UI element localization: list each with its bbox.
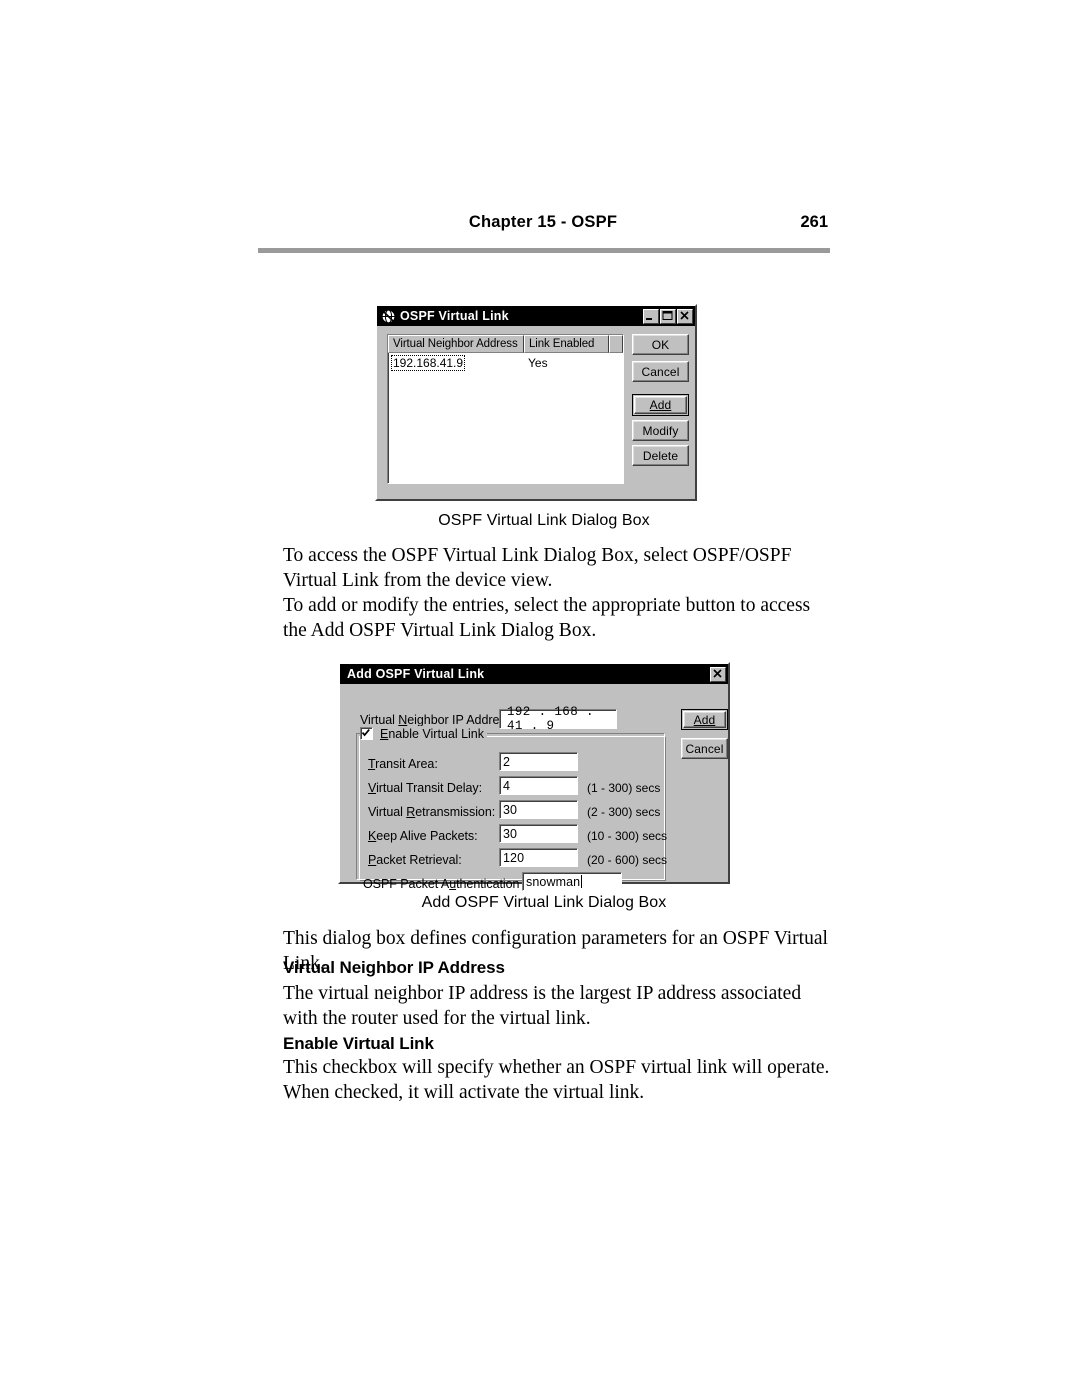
- transit-area-label: Transit Area:: [368, 757, 438, 771]
- add-button[interactable]: Add: [632, 394, 689, 416]
- dialog-titlebar[interactable]: Add OSPF Virtual Link: [340, 664, 728, 684]
- cell-virtual-neighbor-address: 192.168.41.9: [388, 354, 524, 371]
- column-header-extra[interactable]: [609, 335, 623, 353]
- close-button[interactable]: [677, 308, 693, 324]
- close-button[interactable]: [710, 666, 726, 682]
- add-ospf-virtual-link-dialog: Add OSPF Virtual Link Virtual Neighbor I…: [338, 662, 730, 891]
- header-divider: [258, 248, 830, 253]
- modify-button-label: Modify: [642, 423, 679, 438]
- dialog-client-area: Virtual Neighbor Address Link Enabled 19…: [379, 328, 693, 497]
- minimize-button[interactable]: [643, 308, 659, 324]
- packet-retrieval-label: Packet Retrieval:: [368, 853, 462, 867]
- virtual-transit-delay-input[interactable]: 4: [499, 776, 578, 795]
- virtual-retransmission-label: Virtual Retransmission:: [368, 805, 496, 819]
- ospf-packet-authentication-key-label: OSPF Packet Authentication Key:: [363, 877, 548, 891]
- dialog-title: OSPF Virtual Link: [400, 309, 509, 323]
- add-button-label: Add: [693, 712, 716, 727]
- transit-area-value: 2: [503, 754, 511, 769]
- paragraph-text: To add or modify the entries, select the…: [283, 595, 811, 641]
- packet-retrieval-input[interactable]: 120: [499, 848, 578, 867]
- virtual-retransmission-input[interactable]: 30: [499, 800, 578, 819]
- virtual-retransmission-range: (2 - 300) secs: [587, 805, 661, 819]
- add-button-face: Add: [634, 396, 687, 414]
- enable-virtual-link-label: Enable Virtual Link: [380, 726, 485, 741]
- dialog-titlebar[interactable]: OSPF Virtual Link: [377, 306, 695, 326]
- cancel-button-label: Cancel: [641, 364, 680, 379]
- maximize-button[interactable]: [660, 308, 676, 324]
- section-heading-2: Enable Virtual Link: [283, 1032, 830, 1057]
- heading-text: Enable Virtual Link: [283, 1034, 434, 1053]
- titlebar-buttons: [710, 666, 726, 682]
- page-number: 261: [800, 213, 828, 231]
- body-paragraph-4: The virtual neighbor IP address is the l…: [283, 982, 830, 1031]
- virtual-neighbor-ip-address-label: Virtual Neighbor IP Address:: [360, 713, 516, 727]
- cancel-button[interactable]: Cancel: [681, 738, 728, 759]
- virtual-retransmission-value: 30: [503, 802, 518, 817]
- add-button-label: Add: [649, 398, 672, 412]
- keep-alive-packets-range: (10 - 300) secs: [587, 829, 668, 843]
- packet-retrieval-value: 120: [503, 850, 525, 865]
- delete-button[interactable]: Delete: [632, 445, 689, 466]
- paragraph-text: The virtual neighbor IP address is the l…: [283, 983, 802, 1029]
- keep-alive-packets-value: 30: [503, 826, 518, 841]
- ok-button[interactable]: OK: [632, 334, 689, 355]
- paragraph-text: This checkbox will specify whether an OS…: [283, 1057, 830, 1103]
- heading-text: Virtual Neighbor IP Address: [283, 958, 505, 977]
- virtual-transit-delay-range: (1 - 300) secs: [587, 781, 661, 795]
- virtual-neighbor-ip-input[interactable]: 192 . 168 . 41 . 9: [499, 705, 617, 733]
- page-header: Chapter 15 - OSPF 261: [258, 213, 828, 239]
- text-caret: [581, 875, 583, 888]
- cancel-button[interactable]: Cancel: [632, 361, 689, 382]
- packet-retrieval-range: (20 - 600) secs: [587, 853, 668, 867]
- cancel-button-label: Cancel: [685, 741, 724, 756]
- body-paragraph-1: To access the OSPF Virtual Link Dialog B…: [283, 544, 830, 593]
- column-header-virtual-neighbor-address[interactable]: Virtual Neighbor Address: [388, 335, 524, 353]
- keep-alive-packets-label: Keep Alive Packets:: [368, 829, 478, 843]
- cell-link-enabled: Yes: [528, 355, 548, 370]
- titlebar-buttons: [643, 308, 693, 324]
- delete-button-label: Delete: [642, 448, 679, 463]
- ok-button-label: OK: [651, 337, 670, 352]
- virtual-transit-delay-label: Virtual Transit Delay:: [368, 781, 482, 795]
- figure-1-caption: OSPF Virtual Link Dialog Box: [438, 512, 650, 529]
- body-paragraph-5: This checkbox will specify whether an OS…: [283, 1056, 830, 1105]
- transit-area-input[interactable]: 2: [499, 752, 578, 771]
- figure-2-caption: Add OSPF Virtual Link Dialog Box: [421, 894, 667, 911]
- ospf-packet-authentication-key-input[interactable]: snowman: [522, 872, 622, 891]
- virtual-link-list[interactable]: Virtual Neighbor Address Link Enabled 19…: [387, 334, 624, 484]
- table-row[interactable]: 192.168.41.9 Yes: [388, 354, 623, 371]
- ospf-packet-authentication-key-value: snowman: [526, 874, 581, 889]
- ospf-virtual-link-dialog: OSPF Virtual Link Virtual Neighbor Addre…: [375, 304, 697, 501]
- virtual-transit-delay-value: 4: [503, 778, 511, 793]
- virtual-neighbor-ip-value: 192 . 168 . 41 . 9: [507, 705, 594, 733]
- keep-alive-packets-input[interactable]: 30: [499, 824, 578, 843]
- list-body: 192.168.41.9 Yes: [388, 354, 623, 371]
- list-header-row: Virtual Neighbor Address Link Enabled: [388, 335, 623, 353]
- dialog-title: Add OSPF Virtual Link: [347, 667, 485, 681]
- enable-virtual-link-checkbox[interactable]: Enable Virtual Link: [360, 726, 488, 741]
- globe-network-icon: [380, 308, 397, 325]
- checkbox-box[interactable]: [360, 727, 373, 740]
- modify-button[interactable]: Modify: [632, 420, 689, 441]
- add-button-face: Add: [683, 711, 726, 728]
- paragraph-text: To access the OSPF Virtual Link Dialog B…: [283, 545, 792, 591]
- chapter-title: Chapter 15 - OSPF: [468, 213, 618, 231]
- selected-address-value: 192.168.41.9: [391, 354, 466, 371]
- section-heading-1: Virtual Neighbor IP Address: [283, 956, 830, 981]
- body-paragraph-2: To add or modify the entries, select the…: [283, 594, 830, 643]
- add-button[interactable]: Add: [681, 709, 728, 730]
- dialog-client-area: Virtual Neighbor IP Address: 192 . 168 .…: [342, 685, 728, 891]
- column-header-link-enabled[interactable]: Link Enabled: [524, 335, 609, 353]
